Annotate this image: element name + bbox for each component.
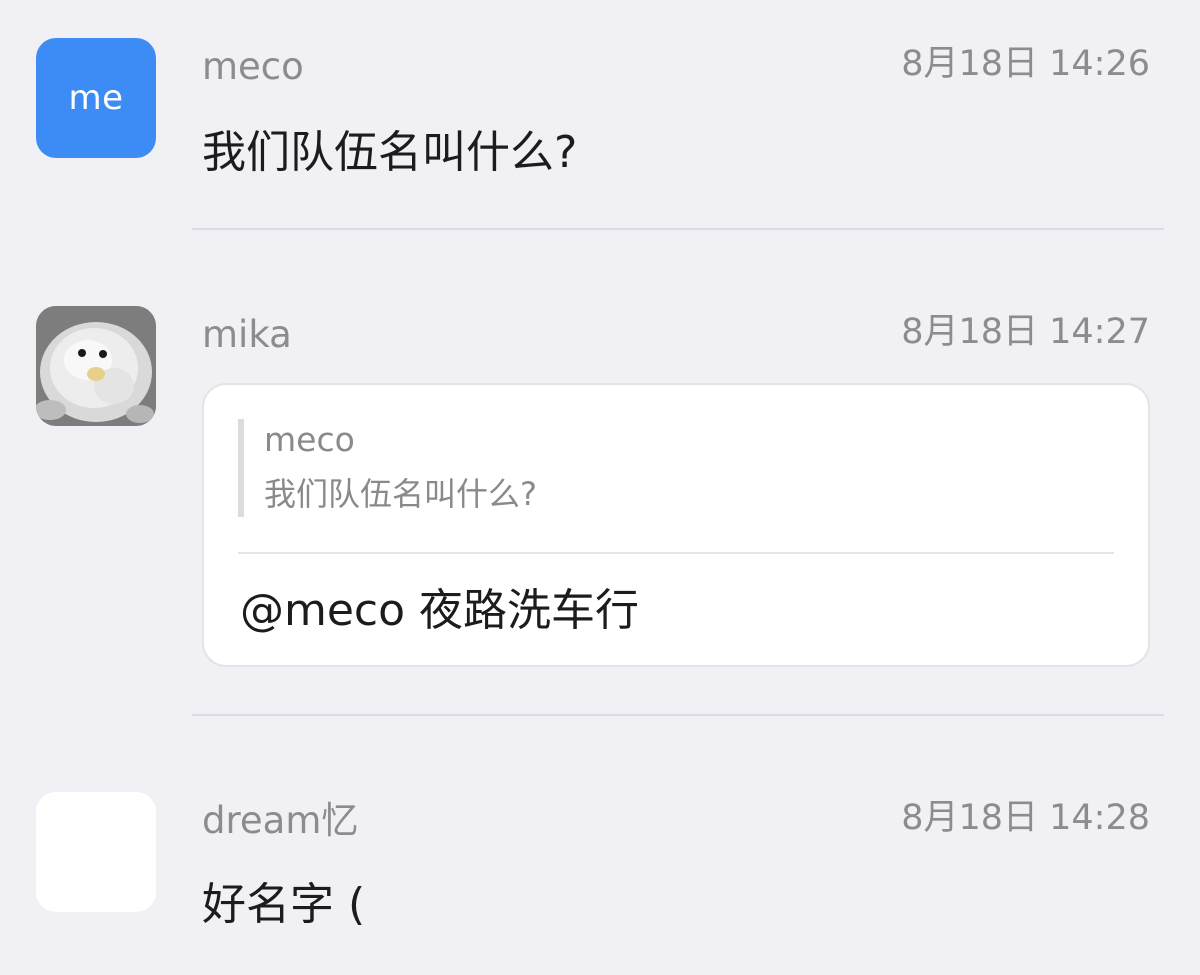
message-thread: me meco 8月18日 14:26 我们队伍名叫什么? mika 8月18日… [0,0,1200,975]
message-timestamp: 8月18日 14:28 [901,798,1150,838]
message-item: dream忆 8月18日 14:28 好名字 ( [0,0,1200,975]
avatar[interactable] [36,792,156,912]
message-text[interactable]: 好名字 ( [202,883,365,927]
sender-name[interactable]: dream忆 [202,802,358,839]
